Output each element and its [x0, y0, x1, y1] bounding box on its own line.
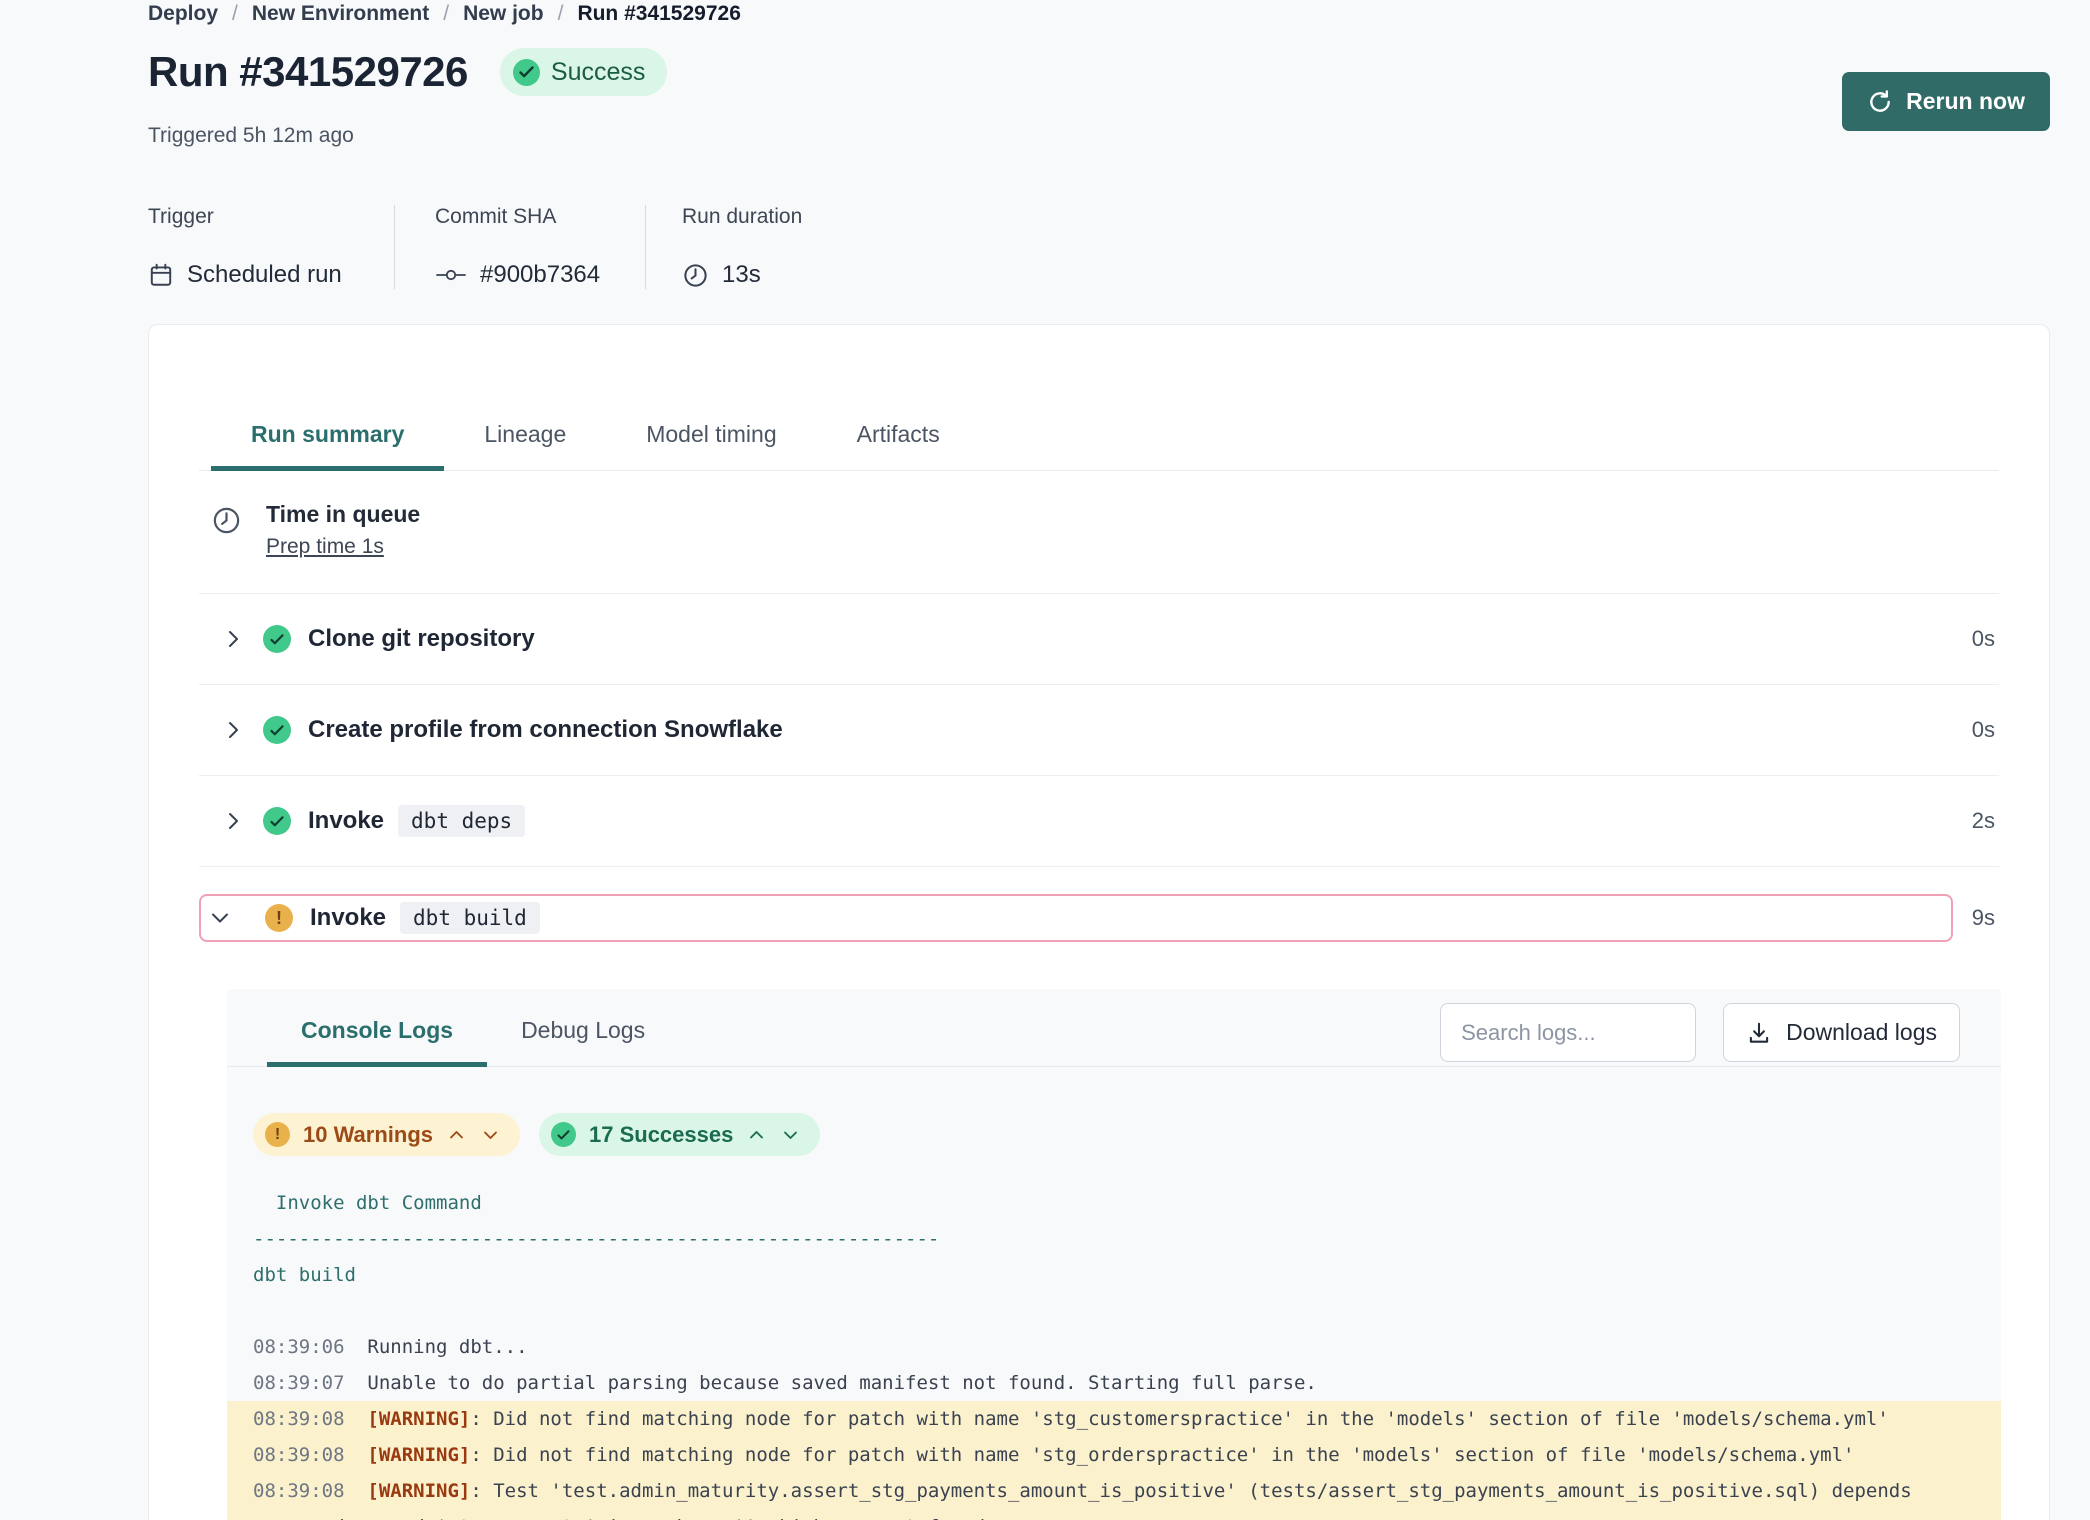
chevron-down-icon[interactable]: [480, 1130, 501, 1140]
title-row: Run #341529726 Success: [148, 48, 667, 96]
breadcrumb-separator: /: [232, 2, 238, 26]
download-logs-label: Download logs: [1786, 1019, 1937, 1046]
meta-trigger-value: Scheduled run: [187, 261, 342, 289]
run-detail-page: Deploy / New Environment / New job / Run…: [0, 0, 2090, 1520]
meta-commit: Commit SHA #900b7364: [395, 205, 646, 289]
breadcrumb: Deploy / New Environment / New job / Run…: [148, 2, 741, 26]
step-name: Create profile from connection Snowflake: [308, 716, 783, 744]
meta-duration-label: Run duration: [682, 205, 802, 229]
tab-artifacts[interactable]: Artifacts: [817, 421, 980, 471]
page-title: Run #341529726: [148, 48, 468, 96]
calendar-icon: [148, 262, 174, 288]
step-row-dbt-build[interactable]: ! Invoke dbt build: [199, 894, 1953, 942]
time-in-queue-section: Time in queue Prep time 1s: [199, 471, 1999, 594]
tab-model-timing[interactable]: Model timing: [606, 421, 816, 471]
chevron-right-icon[interactable]: [199, 719, 239, 741]
warning-icon: !: [265, 904, 293, 932]
log-line-warning-continuation: on a node named 'stg_payments' in packag…: [227, 1509, 2001, 1520]
success-check-icon: [263, 716, 291, 744]
step-duration: 2s: [1972, 808, 1999, 834]
success-check-icon: [263, 625, 291, 653]
step-row-create-profile[interactable]: Create profile from connection Snowflake…: [199, 685, 1999, 776]
status-badge: Success: [500, 48, 667, 96]
log-warning-block: 08:39:08 [WARNING]: Did not find matchin…: [227, 1401, 2001, 1520]
run-summary-card: Run summary Lineage Model timing Artifac…: [148, 324, 2050, 1520]
chevron-right-icon[interactable]: [199, 810, 239, 832]
log-line: 08:39:06 Running dbt...: [227, 1329, 2001, 1365]
breadcrumb-job[interactable]: New job: [463, 2, 544, 26]
log-tabs: Console Logs Debug Logs: [267, 1017, 679, 1066]
tab-debug-logs[interactable]: Debug Logs: [487, 1017, 679, 1067]
chevron-up-icon[interactable]: [746, 1130, 767, 1140]
log-command-header: Invoke dbt Command: [227, 1185, 2001, 1221]
triggered-text: Triggered 5h 12m ago: [148, 124, 354, 148]
console-log-output: Invoke dbt Command ---------------------…: [227, 1156, 2001, 1520]
log-badges: ! 10 Warnings 17 Successes: [253, 1113, 2001, 1156]
search-logs-input[interactable]: [1440, 1003, 1696, 1062]
log-controls: Download logs: [1440, 1003, 1960, 1062]
step-row-dbt-deps[interactable]: Invoke dbt deps 2s: [199, 776, 1999, 867]
meta-duration: Run duration 13s: [646, 205, 802, 289]
log-line-warning: 08:39:08 [WARNING]: Test 'test.admin_mat…: [227, 1473, 2001, 1509]
clock-icon: [211, 505, 242, 559]
run-meta: Trigger Scheduled run Commit SHA #900b73…: [148, 205, 802, 289]
log-panel: Console Logs Debug Logs Download logs !: [227, 989, 2001, 1520]
meta-commit-label: Commit SHA: [435, 205, 645, 229]
chevron-down-icon[interactable]: [201, 912, 241, 924]
step-name: Invoke: [308, 807, 384, 835]
chevron-right-icon[interactable]: [199, 628, 239, 650]
successes-badge: 17 Successes: [539, 1113, 820, 1156]
meta-duration-value: 13s: [722, 261, 761, 289]
step-duration: 9s: [1953, 905, 1999, 931]
tab-lineage[interactable]: Lineage: [444, 421, 606, 471]
step-duration: 0s: [1972, 626, 1999, 652]
download-logs-button[interactable]: Download logs: [1723, 1003, 1960, 1062]
step-row-clone-git[interactable]: Clone git repository 0s: [199, 594, 1999, 685]
rerun-now-button[interactable]: Rerun now: [1842, 72, 2050, 131]
tab-console-logs[interactable]: Console Logs: [267, 1017, 487, 1067]
run-tabs: Run summary Lineage Model timing Artifac…: [199, 421, 1999, 471]
warnings-count: 10 Warnings: [303, 1122, 433, 1148]
log-blank-line: [227, 1293, 2001, 1329]
breadcrumb-separator: /: [558, 2, 564, 26]
chevron-up-icon[interactable]: [446, 1130, 467, 1140]
commit-icon: [435, 267, 467, 283]
log-command: dbt build: [227, 1257, 2001, 1293]
meta-trigger: Trigger Scheduled run: [148, 205, 395, 289]
tab-run-summary[interactable]: Run summary: [211, 421, 444, 471]
status-label: Success: [551, 58, 645, 87]
success-check-icon: [551, 1122, 576, 1147]
log-line-warning: 08:39:08 [WARNING]: Did not find matchin…: [227, 1437, 2001, 1473]
breadcrumb-current-run: Run #341529726: [577, 2, 740, 26]
log-line-warning: 08:39:08 [WARNING]: Did not find matchin…: [227, 1401, 2001, 1437]
prep-time-link[interactable]: Prep time 1s: [266, 535, 384, 559]
step-duration: 0s: [1972, 717, 1999, 743]
chevron-down-icon[interactable]: [780, 1130, 801, 1140]
clock-icon: [682, 262, 709, 289]
successes-count: 17 Successes: [589, 1122, 733, 1148]
rerun-now-label: Rerun now: [1906, 88, 2025, 115]
breadcrumb-environment[interactable]: New Environment: [252, 2, 429, 26]
log-header: Console Logs Debug Logs Download logs: [227, 989, 2001, 1067]
command-chip: dbt build: [400, 902, 540, 934]
warnings-badge: ! 10 Warnings: [253, 1113, 520, 1156]
refresh-icon: [1867, 89, 1893, 115]
breadcrumb-deploy[interactable]: Deploy: [148, 2, 218, 26]
meta-trigger-label: Trigger: [148, 205, 394, 229]
meta-commit-value: #900b7364: [480, 261, 600, 289]
step-row-dbt-build-wrapper: ! Invoke dbt build 9s: [199, 867, 1999, 969]
time-in-queue-title: Time in queue: [266, 501, 420, 528]
log-divider: ----------------------------------------…: [227, 1221, 2001, 1257]
step-name: Clone git repository: [308, 625, 535, 653]
step-name: Invoke: [310, 904, 386, 932]
success-check-icon: [263, 807, 291, 835]
success-check-icon: [513, 59, 540, 86]
download-icon: [1746, 1020, 1772, 1046]
breadcrumb-separator: /: [443, 2, 449, 26]
warning-icon: !: [265, 1122, 290, 1147]
log-line: 08:39:07 Unable to do partial parsing be…: [227, 1365, 2001, 1401]
command-chip: dbt deps: [398, 805, 525, 837]
